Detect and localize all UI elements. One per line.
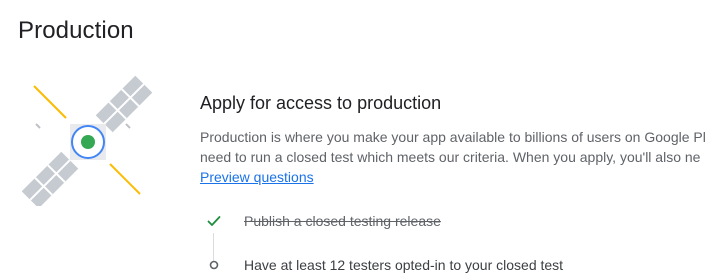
step-label: Publish a closed testing release	[244, 213, 441, 229]
step-testers-opted-in: Have at least 12 testers opted-in to you…	[200, 255, 726, 275]
step-label: Have at least 12 testers opted-in to you…	[244, 257, 564, 273]
step-closed-testing-release: Publish a closed testing release	[200, 211, 726, 231]
check-icon	[206, 213, 222, 229]
satellite-icon	[21, 75, 153, 209]
preview-questions-link[interactable]: Preview questions	[200, 167, 314, 187]
production-page: Production Apply for access to productio…	[0, 0, 726, 280]
circle-icon	[206, 257, 222, 273]
requirements-stepper: Publish a closed testing release Have at…	[200, 205, 726, 280]
apply-description: Production is where you make your app av…	[200, 127, 726, 167]
page-title: Production	[18, 17, 134, 44]
description-line: Production is where you make your app av…	[200, 129, 706, 145]
satellite-illustration	[21, 75, 154, 209]
description-line: need to run a closed test which meets ou…	[200, 149, 701, 165]
apply-title: Apply for access to production	[200, 93, 442, 113]
